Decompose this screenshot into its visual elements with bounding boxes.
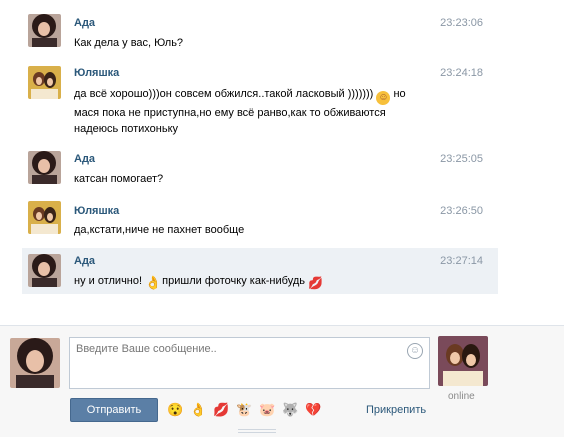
lips-emoji-icon[interactable]: 💋 (212, 401, 231, 419)
my-avatar[interactable] (10, 338, 60, 388)
resize-handle[interactable] (238, 429, 276, 433)
message-composer: ☺ Отправить 😯 👌 💋 🐮 🐷 🐺 💔 Прикрепить onl… (0, 325, 564, 437)
emoji-bar: 😯 👌 💋 🐮 🐷 🐺 💔 (166, 401, 323, 419)
message-time: 23:25:05 (440, 153, 483, 165)
online-status: online (448, 391, 475, 402)
message-text: катсан помогает? (74, 173, 164, 185)
message-item: Ада 23:27:14 ну и отлично! 👌 пришли фото… (22, 248, 498, 294)
pig-emoji-icon[interactable]: 🐷 (258, 401, 277, 419)
wolf-emoji-icon[interactable]: 🐺 (281, 401, 300, 419)
message-item: Юляшка 23:24:18 да всё хорошо)))он совсе… (22, 60, 498, 136)
message-input-box[interactable]: ☺ (69, 337, 430, 389)
message-author[interactable]: Юляшка (74, 205, 119, 217)
cow-emoji-icon[interactable]: 🐮 (235, 401, 254, 419)
message-time: 23:24:18 (440, 67, 483, 79)
avatar-ada[interactable] (28, 151, 61, 184)
message-item: Ада 23:25:05 катсан помогает? (22, 145, 498, 189)
message-author[interactable]: Ада (74, 153, 95, 165)
ok-hand-emoji-icon[interactable]: 👌 (189, 401, 208, 419)
message-time: 23:26:50 (440, 205, 483, 217)
message-text: да всё хорошо)))он совсем обжился..такой… (74, 88, 406, 135)
message-text: да,кстати,ниче не пахнет вообще (74, 224, 245, 236)
message-input[interactable] (70, 338, 400, 386)
surprised-emoji-icon[interactable]: 😯 (166, 401, 185, 419)
message-time: 23:27:14 (440, 255, 483, 267)
avatar-yulyashka[interactable] (28, 201, 61, 234)
broken-heart-emoji-icon[interactable]: 💔 (304, 401, 323, 419)
message-item: Юляшка 23:26:50 да,кстати,ниче не пахнет… (22, 197, 498, 241)
send-button[interactable]: Отправить (70, 398, 158, 422)
message-item: Ада 23:23:06 Как дела у вас, Юль? (22, 8, 498, 52)
message-author[interactable]: Ада (74, 255, 95, 267)
lips-emoji-icon: 💋 (308, 276, 323, 290)
message-history: Ада 23:23:06 Как дела у вас, Юль? Юляшка… (0, 0, 564, 325)
message-text: ну и отлично! 👌 пришли фоточку как-нибуд… (74, 275, 323, 290)
message-author[interactable]: Юляшка (74, 67, 119, 79)
avatar-ada[interactable] (28, 254, 61, 287)
ok-hand-emoji-icon: 👌 (145, 275, 162, 290)
avatar-yulyashka[interactable] (28, 66, 61, 99)
message-text: Как дела у вас, Юль? (74, 37, 184, 49)
smile-emoji-icon: ☺ (376, 91, 391, 105)
attach-link[interactable]: Прикрепить (366, 404, 426, 416)
message-time: 23:23:06 (440, 17, 483, 29)
smile-picker-icon[interactable]: ☺ (407, 343, 423, 359)
partner-avatar[interactable] (438, 336, 488, 386)
avatar-ada[interactable] (28, 14, 61, 47)
message-author[interactable]: Ада (74, 17, 95, 29)
